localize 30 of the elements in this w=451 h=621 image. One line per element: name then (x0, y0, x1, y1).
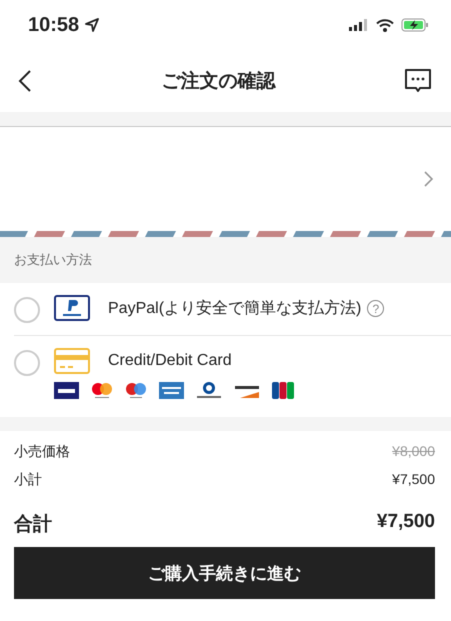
card-brand-icon (159, 382, 184, 399)
payment-logo-icon (54, 295, 90, 321)
credit-card-icon (54, 348, 90, 374)
wifi-icon (376, 18, 394, 32)
help-button[interactable]: ? (367, 300, 384, 317)
page-title: ご注文の確認 (162, 70, 276, 94)
payment-method-label: Credit/Debit Card (108, 352, 232, 369)
price-label: 小計 (14, 471, 42, 489)
total-label: 合計 (14, 512, 52, 537)
overlapping-circles-icon (125, 382, 147, 399)
signal-icon (349, 19, 369, 31)
checkout-button[interactable]: ご購入手続きに進む (14, 547, 435, 599)
price-value: ¥7,500 (392, 471, 435, 489)
location-arrow-icon (85, 18, 100, 32)
card-brand-icon (196, 382, 222, 399)
price-label: 小売価格 (14, 443, 70, 461)
payment-method-label: PayPal(より安全で簡単な支払方法) (108, 300, 362, 316)
card-brand-icon (272, 382, 294, 399)
overlapping-circles-icon (91, 382, 113, 399)
status-time: 10:58 (28, 14, 80, 36)
price-value: ¥8,000 (392, 443, 435, 461)
radio-button[interactable] (14, 350, 40, 376)
radio-button[interactable] (14, 297, 40, 323)
total-value: ¥7,500 (376, 511, 435, 534)
card-brand-icon (54, 382, 79, 399)
section-heading: お支払い方法 (14, 251, 92, 269)
back-icon[interactable] (18, 69, 32, 93)
chat-icon[interactable] (405, 69, 431, 93)
chevron-right-icon[interactable] (424, 171, 433, 187)
battery-charging-icon (401, 18, 429, 32)
